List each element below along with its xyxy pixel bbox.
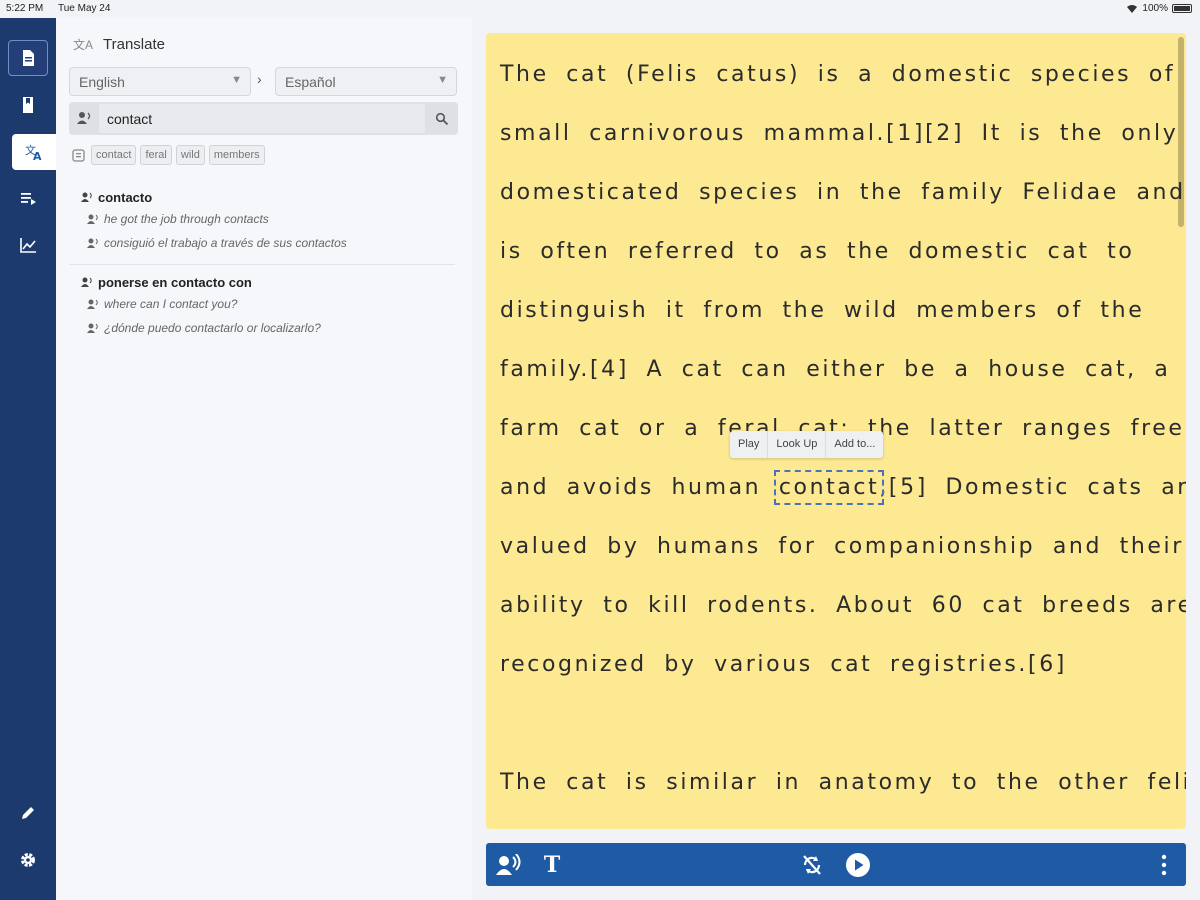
- playlist-add-icon: [21, 193, 36, 205]
- word-context-menu: Play Look Up Add to...: [730, 431, 884, 458]
- status-bar: 5:22 PM Tue May 24 100%: [0, 0, 1200, 18]
- translate-panel: 文A Translate English ▼ › Español ▼ conta…: [56, 18, 472, 900]
- result-example[interactable]: where can I contact you?: [80, 292, 321, 316]
- status-date: Tue May 24: [58, 3, 111, 14]
- more-vert-icon: [1161, 854, 1167, 875]
- reader-toolbar: T: [486, 843, 1186, 886]
- text-line[interactable]: small carnivorous mammal.[1][2] It is th…: [500, 104, 1186, 163]
- status-right: 100%: [1126, 3, 1192, 14]
- text-line[interactable]: domesticated species in the family Felid…: [500, 163, 1186, 222]
- nav-library-button[interactable]: [8, 87, 48, 123]
- search-icon: [435, 112, 448, 125]
- text-line[interactable]: is often referred to as the domestic cat…: [500, 222, 1186, 281]
- text-segment: ,[5] Domestic cats are: [879, 475, 1186, 500]
- history-icon: [72, 148, 85, 162]
- search-button[interactable]: [427, 104, 456, 133]
- sync-off-button[interactable]: [799, 851, 825, 878]
- text-segment: and avoids human: [500, 475, 779, 500]
- speaker-voice-icon: [496, 853, 521, 875]
- panel-header: 文A Translate: [73, 36, 165, 53]
- speaker-icon: [87, 299, 98, 309]
- target-language-value: Español: [285, 74, 336, 90]
- suggestion-chip[interactable]: members: [208, 145, 265, 165]
- text-format-icon: T: [543, 851, 561, 878]
- battery-percent: 100%: [1142, 3, 1168, 14]
- navigation-rail: 文A: [0, 18, 56, 900]
- svg-text:A: A: [33, 150, 42, 162]
- wifi-icon: [1127, 4, 1138, 13]
- result-term-text: contacto: [98, 189, 153, 205]
- result-term[interactable]: ponerse en contacto con: [80, 272, 321, 292]
- pencil-icon: [22, 807, 34, 819]
- nav-edit-button[interactable]: [8, 795, 48, 831]
- search-input[interactable]: [99, 104, 425, 133]
- panel-title: Translate: [103, 36, 165, 53]
- selected-word[interactable]: contact: [773, 470, 885, 505]
- result-example-text: he got the job through contacts: [104, 212, 269, 226]
- speaker-icon: [87, 214, 98, 224]
- translation-result: contacto he got the job through contacts…: [80, 187, 347, 255]
- divider: [69, 264, 455, 265]
- text-line[interactable]: The cat is similar in anatomy to the oth…: [500, 753, 1186, 812]
- text-line[interactable]: distinguish it from the wild members of …: [500, 281, 1186, 340]
- play-menu-item[interactable]: Play: [730, 431, 769, 458]
- chevron-down-icon: ▼: [231, 74, 242, 86]
- text-line[interactable]: The cat (Felis catus) is a domestic spec…: [500, 45, 1186, 104]
- gear-icon: [21, 853, 35, 867]
- search-bar: [69, 102, 458, 135]
- source-language-select[interactable]: English ▼: [69, 67, 251, 96]
- suggestion-chip[interactable]: feral: [140, 145, 172, 165]
- suggestion-chip[interactable]: contact: [91, 145, 137, 165]
- result-term-text: ponerse en contacto con: [98, 274, 252, 290]
- result-example[interactable]: ¿dónde puedo contactarlo or localizarlo?: [80, 316, 321, 340]
- more-options-button[interactable]: [1154, 851, 1174, 878]
- reader-text: The cat (Felis catus) is a domestic spec…: [500, 45, 1186, 812]
- voice-button[interactable]: [494, 851, 524, 878]
- text-line[interactable]: valued by humans for companionship and t…: [500, 517, 1186, 576]
- result-example[interactable]: he got the job through contacts: [80, 207, 347, 231]
- translate-icon: 文A: [73, 38, 94, 52]
- text-line[interactable]: ability to kill rodents. About 60 cat br…: [500, 576, 1186, 635]
- nav-translate-button[interactable]: 文A: [12, 134, 56, 170]
- source-language-value: English: [79, 74, 125, 90]
- book-icon: [23, 97, 33, 113]
- chevron-down-icon: ▼: [437, 74, 448, 86]
- play-circle-icon: [846, 852, 870, 877]
- arrow-right-icon: ›: [257, 71, 262, 87]
- text-format-button[interactable]: T: [540, 851, 564, 878]
- nav-statistics-button[interactable]: [8, 227, 48, 263]
- target-language-select[interactable]: Español ▼: [275, 67, 457, 96]
- speaker-icon: [87, 323, 98, 333]
- document-icon: [23, 50, 34, 66]
- text-line[interactable]: and avoids human contact,[5] Domestic ca…: [500, 458, 1186, 517]
- speaker-icon: [81, 192, 92, 202]
- nav-playlist-button[interactable]: [8, 180, 48, 216]
- translate-icon: 文A: [25, 143, 42, 162]
- suggestion-chips: contact feral wild members: [71, 145, 265, 165]
- result-example-text: ¿dónde puedo contactarlo or localizarlo?: [104, 321, 321, 335]
- play-button[interactable]: [844, 851, 872, 878]
- translation-result: ponerse en contacto con where can I cont…: [80, 272, 321, 340]
- result-example-text: consiguió el trabajo a través de sus con…: [104, 236, 347, 250]
- add-to-menu-item[interactable]: Add to...: [826, 431, 883, 458]
- nav-document-button[interactable]: [8, 40, 48, 76]
- text-line[interactable]: recognized by various cat registries.[6]: [500, 635, 1186, 694]
- suggestion-chip[interactable]: wild: [175, 145, 205, 165]
- nav-settings-button[interactable]: [8, 842, 48, 878]
- result-term[interactable]: contacto: [80, 187, 347, 207]
- battery-icon: [1172, 4, 1192, 13]
- chart-icon: [20, 238, 36, 253]
- speaker-icon: [81, 277, 92, 287]
- text-line[interactable]: family.[4] A cat can either be a house c…: [500, 340, 1186, 399]
- result-example-text: where can I contact you?: [104, 297, 238, 311]
- sync-off-icon: [803, 854, 821, 875]
- status-time: 5:22 PM: [6, 3, 44, 14]
- look-up-menu-item[interactable]: Look Up: [768, 431, 827, 458]
- speaker-icon: [87, 238, 98, 248]
- speaker-icon: [77, 112, 91, 124]
- text-line: [500, 694, 1186, 753]
- result-example[interactable]: consiguió el trabajo a través de sus con…: [80, 231, 347, 255]
